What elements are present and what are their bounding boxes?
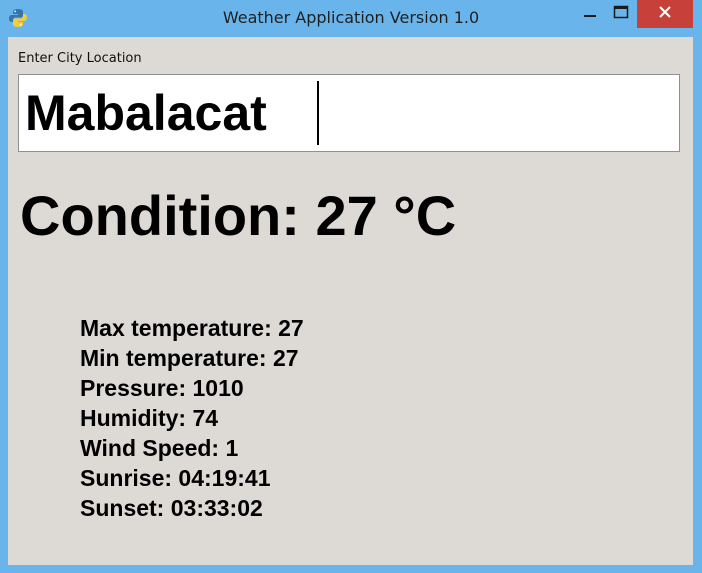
pressure-label: Pressure: 1010: [80, 375, 244, 401]
weather-details: Max temperature: 27 Min temperature: 27 …: [80, 313, 304, 523]
min-temperature-label: Min temperature: 27: [80, 345, 299, 371]
city-input[interactable]: [21, 77, 677, 149]
minimize-icon: [583, 5, 597, 24]
city-input-frame[interactable]: [18, 74, 680, 152]
humidity-label: Humidity: 74: [80, 405, 219, 431]
close-button[interactable]: [637, 0, 693, 28]
client-area: Enter City Location Condition: 27 °C Max…: [8, 37, 693, 565]
close-icon: [658, 5, 672, 24]
wind-speed-label: Wind Speed: 1: [80, 435, 239, 461]
sunrise-label: Sunrise: 04:19:41: [80, 465, 271, 491]
text-caret: [317, 81, 319, 145]
python-icon: [8, 8, 28, 28]
minimize-button[interactable]: [570, 0, 610, 28]
city-label: Enter City Location: [18, 51, 142, 66]
max-temperature-label: Max temperature: 27: [80, 315, 304, 341]
maximize-button[interactable]: [605, 0, 637, 28]
condition-label: Condition: 27 °C: [20, 184, 457, 247]
app-window: Weather Application Version 1.0 Enter Ci…: [0, 0, 702, 573]
title-bar[interactable]: Weather Application Version 1.0: [0, 0, 702, 37]
maximize-icon: [613, 5, 629, 24]
sunset-label: Sunset: 03:33:02: [80, 495, 263, 521]
